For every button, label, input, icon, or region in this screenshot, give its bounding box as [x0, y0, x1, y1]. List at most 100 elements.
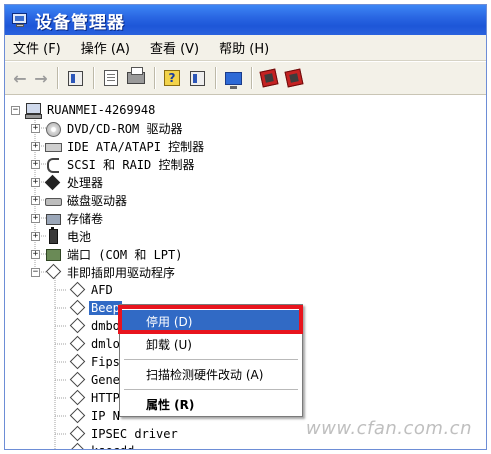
category-label: 处理器	[67, 175, 104, 190]
driver-icon	[69, 337, 85, 351]
category-label: 磁盘驱动器	[67, 193, 128, 208]
category-label: 端口 (COM 和 LPT)	[67, 247, 183, 262]
driver-icon	[69, 283, 85, 297]
expand-toggle[interactable]: +	[31, 249, 40, 259]
category-label: IDE ATA/ATAPI 控制器	[67, 139, 205, 154]
expand-toggle[interactable]: +	[31, 123, 40, 133]
driver-icon	[69, 373, 85, 387]
context-menu-uninstall[interactable]: 卸载 (U)	[122, 333, 300, 355]
driver-label: HTTP	[91, 391, 120, 405]
category-label: 非即插即用驱动程序	[67, 265, 176, 280]
processor-icon	[45, 175, 61, 189]
printer-icon[interactable]	[125, 67, 147, 89]
toolbar: ← → ?	[5, 62, 486, 95]
tree-category[interactable]: + 存储卷	[31, 209, 105, 227]
tree-driver-item[interactable]: IP N	[69, 407, 122, 425]
tree-driver-item[interactable]: Gene	[69, 371, 122, 389]
driver-icon	[69, 409, 85, 423]
non-pnp-driver-icon	[45, 265, 61, 279]
battery-icon	[45, 227, 61, 244]
panel-icon[interactable]	[64, 67, 86, 89]
context-menu-properties[interactable]: 属性 (R)	[122, 393, 300, 415]
expand-toggle[interactable]: +	[31, 195, 40, 205]
driver-label: IPSEC driver	[91, 427, 178, 441]
menu-separator	[124, 389, 298, 390]
driver-label: IP N	[91, 409, 120, 423]
driver-label: AFD	[91, 283, 113, 297]
panel-alt-icon[interactable]	[186, 67, 208, 89]
device-manager-icon	[11, 12, 29, 28]
tree-root[interactable]: − RUANMEI-4269948	[11, 101, 157, 119]
expand-toggle[interactable]: +	[31, 231, 40, 241]
category-label: SCSI 和 RAID 控制器	[67, 157, 195, 172]
context-menu-scan-hardware[interactable]: 扫描检测硬件改动 (A)	[122, 363, 300, 385]
ide-controller-icon	[45, 139, 62, 153]
menu-help[interactable]: 帮助 (H)	[219, 38, 269, 57]
cd-drive-icon	[45, 121, 61, 137]
menu-view[interactable]: 查看 (V)	[150, 38, 199, 57]
category-label: DVD/CD-ROM 驱动器	[67, 121, 183, 136]
category-label: 电池	[67, 229, 92, 244]
properties-icon[interactable]	[100, 67, 122, 89]
menu-action[interactable]: 操作 (A)	[81, 38, 130, 57]
tree-category[interactable]: + 磁盘驱动器	[31, 191, 129, 209]
window-title: 设备管理器	[35, 12, 125, 33]
title-bar[interactable]: 设备管理器	[5, 5, 486, 35]
tree-driver-item[interactable]: dmlo	[69, 335, 122, 353]
menu-separator	[124, 359, 298, 360]
driver-label: dmbo	[91, 319, 120, 333]
tree-category[interactable]: + IDE ATA/ATAPI 控制器	[31, 137, 206, 155]
driver-label: dmlo	[91, 337, 120, 351]
expand-toggle[interactable]: +	[31, 159, 40, 169]
disable-icon[interactable]	[283, 67, 305, 89]
driver-label: ksecdd	[89, 444, 136, 449]
category-label: 存储卷	[67, 211, 104, 226]
highlight-annotation	[118, 305, 303, 334]
disk-drive-icon	[45, 193, 62, 207]
forward-arrow-icon[interactable]: →	[32, 67, 50, 89]
driver-icon	[69, 444, 85, 449]
menu-bar: 文件 (F) 操作 (A) 查看 (V) 帮助 (H)	[5, 35, 486, 61]
tree-category[interactable]: + 端口 (COM 和 LPT)	[31, 245, 184, 263]
expand-toggle[interactable]: +	[31, 213, 40, 223]
tree-driver-item[interactable]: AFD	[69, 281, 115, 299]
computer-icon	[25, 103, 42, 119]
tree-driver-item[interactable]: HTTP	[69, 389, 122, 407]
driver-icon	[69, 319, 85, 333]
port-icon	[45, 247, 61, 261]
menu-file[interactable]: 文件 (F)	[13, 38, 61, 57]
expand-toggle[interactable]: +	[31, 141, 40, 151]
storage-volume-icon	[45, 211, 61, 225]
expand-toggle[interactable]: +	[31, 177, 40, 187]
scsi-controller-icon	[45, 157, 61, 173]
driver-icon	[69, 391, 85, 405]
tree-driver-item[interactable]: dmbo	[69, 317, 122, 335]
tree-category[interactable]: + 电池	[31, 227, 93, 245]
toolbar-separator	[215, 67, 216, 89]
tree-category[interactable]: + SCSI 和 RAID 控制器	[31, 155, 196, 173]
driver-icon	[69, 301, 85, 315]
computer-name: RUANMEI-4269948	[47, 103, 156, 117]
tree-category[interactable]: + DVD/CD-ROM 驱动器	[31, 119, 184, 137]
tree-driver-item[interactable]: ksecdd	[69, 442, 136, 449]
collapse-toggle[interactable]: −	[31, 267, 40, 277]
tree-category[interactable]: + 处理器	[31, 173, 105, 191]
driver-label: Gene	[91, 373, 120, 387]
back-arrow-icon[interactable]: ←	[11, 67, 29, 89]
tree-driver-item[interactable]: IPSEC driver	[69, 425, 180, 443]
toolbar-separator	[93, 67, 94, 89]
help-icon[interactable]: ?	[161, 67, 183, 89]
toolbar-separator	[57, 67, 58, 89]
driver-label: Beep	[89, 301, 122, 315]
tree-driver-item-selected[interactable]: Beep	[69, 299, 122, 317]
collapse-toggle[interactable]: −	[11, 105, 20, 115]
driver-label: Fips	[91, 355, 120, 369]
toolbar-separator	[154, 67, 155, 89]
tree-category-expanded[interactable]: − 非即插即用驱动程序	[31, 263, 177, 281]
tree-driver-item[interactable]: Fips	[69, 353, 122, 371]
driver-icon	[69, 355, 85, 369]
watermark: www.cfan.com.cn	[305, 418, 472, 439]
monitor-icon[interactable]	[222, 67, 244, 89]
toolbar-separator	[251, 67, 252, 89]
uninstall-icon[interactable]	[258, 67, 280, 89]
